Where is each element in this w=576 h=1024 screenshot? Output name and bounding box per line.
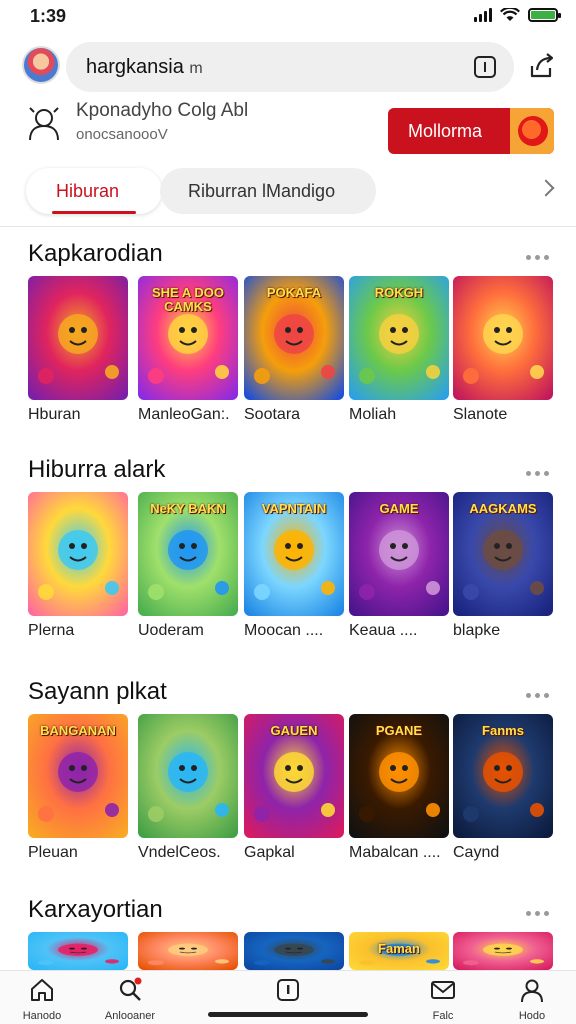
thumbnail-text: ROKGH (374, 285, 424, 300)
nav-item-home[interactable]: Hanodo (2, 977, 82, 1022)
game-title[interactable]: Sootara (244, 406, 300, 424)
tab-hiburan[interactable]: Hiburan (26, 168, 162, 214)
search-icon (119, 977, 142, 1001)
game-title[interactable]: Gapkal (244, 844, 295, 862)
tab-riburran[interactable]: Riburran lMandigo (160, 168, 376, 214)
more-icon[interactable] (526, 908, 550, 918)
game-card[interactable] (453, 932, 553, 970)
home-indicator (208, 1012, 368, 1017)
signal-icon (474, 8, 492, 22)
game-title[interactable]: Uoderam (138, 622, 204, 640)
game-title[interactable]: Pleuan (28, 844, 78, 862)
game-card[interactable] (28, 932, 128, 970)
section-title: Karxayortian (28, 896, 163, 923)
thumbnail-text: VAPNTAIN (261, 501, 327, 516)
wifi-icon (500, 8, 520, 21)
game-title[interactable]: Slanote (453, 406, 507, 424)
game-thumbnail (28, 492, 128, 616)
thumbnail-text: BANGANAN (40, 723, 116, 738)
game-card[interactable]: POKAFA (244, 276, 344, 400)
chevron-right-icon[interactable] (537, 179, 555, 197)
more-icon[interactable] (526, 468, 550, 478)
nav-item-mail[interactable]: Falc (403, 977, 483, 1022)
game-thumbnail (28, 932, 128, 970)
thumbnail-text: Faman (378, 941, 420, 956)
game-thumbnail (138, 932, 238, 970)
game-title[interactable]: Moliah (349, 406, 396, 424)
section-title: Hiburra alark (28, 456, 166, 483)
more-icon[interactable] (526, 252, 550, 262)
game-card[interactable]: GAME (349, 492, 449, 616)
nav-item-search[interactable]: Anlooaner (90, 977, 170, 1022)
game-card[interactable]: NeKY BAKN (138, 492, 238, 616)
game-card[interactable]: Faman (349, 932, 449, 970)
game-card[interactable]: GAUEN (244, 714, 344, 838)
divider (0, 226, 576, 227)
nav-label-mail: Falc (432, 1010, 454, 1022)
section-title: Sayann plkat (28, 678, 167, 705)
nav-item-profile[interactable]: Hodo (492, 977, 572, 1022)
game-card[interactable] (453, 276, 553, 400)
nav-label-search: Anlooaner (104, 1010, 156, 1022)
battery-icon (528, 8, 561, 22)
brand-title: Kponadyho Colg Abl (76, 100, 249, 121)
nav-label-home: Hanodo (22, 1010, 62, 1022)
share-icon[interactable] (528, 52, 556, 80)
status-bar: 1:39 (0, 0, 576, 34)
game-card[interactable]: PGANE (349, 714, 449, 838)
game-title[interactable]: ManleoGan:. (138, 406, 230, 424)
profile-icon (521, 979, 543, 1003)
game-card[interactable]: AAGKAMS (453, 492, 553, 616)
game-thumbnail (453, 932, 553, 970)
thumbnail-text: SHE A DOO CAMKS (152, 285, 224, 314)
game-thumbnail (138, 714, 238, 838)
game-card[interactable] (244, 932, 344, 970)
thumbnail-text: Fanms (482, 723, 524, 738)
game-title[interactable]: Mabalcan .... (349, 844, 441, 862)
thumbnail-text: NeKY BAKN (150, 501, 226, 516)
game-thumbnail (453, 276, 553, 400)
cta-button[interactable]: Mollorma (388, 108, 554, 154)
status-time: 1:39 (30, 6, 67, 26)
game-title[interactable]: Hburan (28, 406, 80, 424)
game-thumbnail (244, 932, 344, 970)
thumbnail-text: PGANE (375, 723, 423, 738)
game-title[interactable]: Moocan .... (244, 622, 323, 640)
thumbnail-text: GAME (379, 501, 419, 516)
thumbnail-text: POKAFA (266, 285, 322, 300)
section-title: Kapkarodian (28, 240, 163, 267)
game-title[interactable]: blapke (453, 622, 500, 640)
home-icon (31, 979, 53, 1001)
search-input[interactable]: hargkansia m (66, 42, 514, 92)
status-icons (474, 8, 561, 22)
game-card[interactable]: BANGANAN (28, 714, 128, 838)
game-card[interactable]: ROKGH (349, 276, 449, 400)
thumbnail-text: AAGKAMS (469, 501, 537, 516)
brand-subtitle: onocsanoooV (76, 126, 168, 143)
game-thumbnail (28, 276, 128, 400)
avatar[interactable] (22, 46, 60, 84)
nav-label-profile: Hodo (518, 1010, 546, 1022)
thumbnail-text: GAUEN (270, 723, 318, 738)
brand-logo-icon (29, 107, 59, 141)
square-icon (277, 979, 299, 1001)
game-title[interactable]: Plerna (28, 622, 74, 640)
game-title[interactable]: Caynd (453, 844, 499, 862)
game-card[interactable] (138, 932, 238, 970)
game-card[interactable] (138, 714, 238, 838)
search-query: hargkansia m (86, 56, 203, 78)
game-title[interactable]: VndelCeos. (138, 844, 221, 862)
cta-label: Mollorma (408, 121, 483, 141)
mail-icon (431, 981, 455, 999)
scan-icon[interactable] (474, 56, 496, 78)
game-card[interactable] (28, 276, 128, 400)
game-card[interactable]: VAPNTAIN (244, 492, 344, 616)
nav-item-center[interactable] (248, 977, 328, 1008)
game-card[interactable]: SHE A DOO CAMKS (138, 276, 238, 400)
game-card[interactable] (28, 492, 128, 616)
more-icon[interactable] (526, 690, 550, 700)
game-card[interactable]: Fanms (453, 714, 553, 838)
cta-badge-icon (510, 108, 554, 154)
game-title[interactable]: Keaua .... (349, 622, 418, 640)
